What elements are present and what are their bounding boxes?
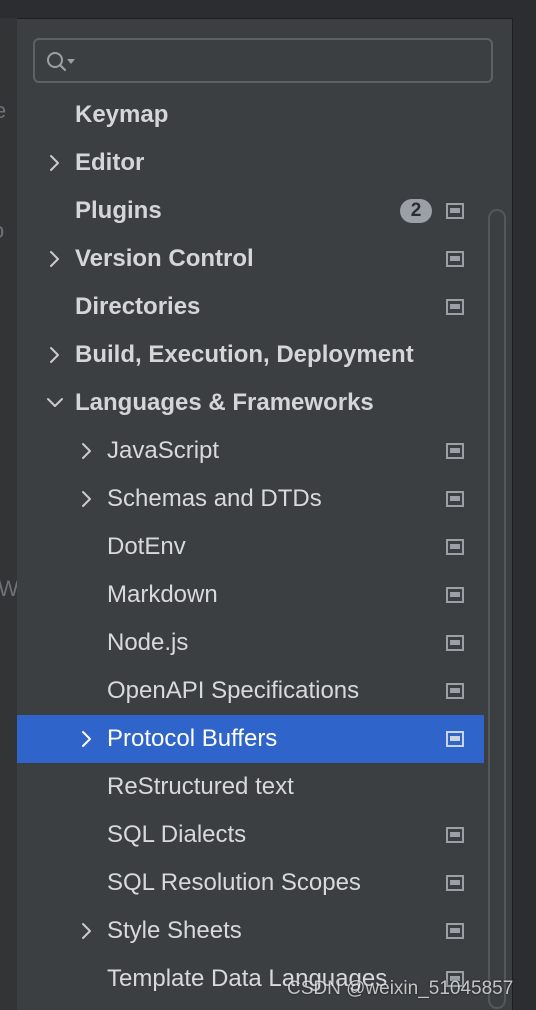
project-scope-icon (446, 491, 464, 507)
tree-item-keymap[interactable]: Keymap (17, 91, 484, 139)
tree-item-label: SQL Resolution Scopes (107, 869, 361, 896)
watermark: CSDN @weixin_51045857 (287, 978, 514, 999)
project-scope-icon (446, 683, 464, 699)
chevron-right-icon[interactable] (77, 441, 97, 461)
project-scope-icon (446, 827, 464, 843)
chevron-right-icon[interactable] (45, 345, 65, 365)
window-right-edge (512, 18, 536, 1010)
tree-item-version-control[interactable]: Version Control (17, 235, 484, 283)
window-top-strip (0, 0, 536, 19)
tree-item-build-execution-deployment[interactable]: Build, Execution, Deployment (17, 331, 484, 379)
project-scope-icon (446, 203, 464, 219)
tree-item-label: Languages & Frameworks (75, 389, 374, 416)
background-text-fragment: W (0, 576, 17, 601)
project-scope-icon (446, 923, 464, 939)
tree-item-label: Plugins (75, 197, 162, 224)
tree-item-plugins[interactable]: Plugins 2 (17, 187, 484, 235)
tree-item-label: Keymap (75, 101, 169, 128)
project-scope-icon (446, 731, 464, 747)
vertical-scrollbar[interactable] (488, 209, 506, 1009)
chevron-down-icon[interactable] (45, 393, 65, 413)
chevron-right-icon[interactable] (77, 921, 97, 941)
tree-item-label: OpenAPI Specifications (107, 677, 360, 704)
tree-item-label: Version Control (75, 245, 254, 272)
tree-item-protocol-buffers[interactable]: Protocol Buffers (17, 715, 484, 763)
tree-item-label: Style Sheets (107, 917, 242, 944)
tree-item-directories[interactable]: Directories (17, 283, 484, 331)
tree-item-javascript[interactable]: JavaScript (17, 427, 484, 475)
tree-item-label: Node.js (107, 629, 189, 656)
project-scope-icon (446, 251, 464, 267)
tree-item-sql-resolution-scopes[interactable]: SQL Resolution Scopes (17, 859, 484, 907)
tree-item-label: Markdown (107, 581, 218, 608)
tree-item-label: Build, Execution, Deployment (75, 341, 414, 368)
project-scope-icon (446, 539, 464, 555)
search-field[interactable] (33, 38, 493, 83)
tree-item-label: Editor (75, 149, 145, 176)
tree-item-schemas-and-dtds[interactable]: Schemas and DTDs (17, 475, 484, 523)
background-window: e o W (0, 18, 17, 1010)
settings-tree: Keymap Editor Plugins 2 Version Control Direc… (17, 91, 484, 1003)
chevron-right-icon[interactable] (45, 153, 65, 173)
tree-item-style-sheets[interactable]: Style Sheets (17, 907, 484, 955)
project-scope-icon (446, 443, 464, 459)
tree-item-label: Schemas and DTDs (107, 485, 322, 512)
tree-item-label: SQL Dialects (107, 821, 247, 848)
tree-item-openapi-specifications[interactable]: OpenAPI Specifications (17, 667, 484, 715)
update-count-badge: 2 (400, 199, 432, 223)
chevron-right-icon[interactable] (45, 249, 65, 269)
tree-item-label: Directories (75, 293, 201, 320)
tree-item-node-js[interactable]: Node.js (17, 619, 484, 667)
project-scope-icon (446, 587, 464, 603)
tree-item-sql-dialects[interactable]: SQL Dialects (17, 811, 484, 859)
tree-item-editor[interactable]: Editor (17, 139, 484, 187)
project-scope-icon (446, 875, 464, 891)
tree-item-markdown[interactable]: Markdown (17, 571, 484, 619)
tree-item-restructured-text[interactable]: ReStructured text (17, 763, 484, 811)
background-text-fragment: e (0, 98, 7, 123)
chevron-right-icon[interactable] (77, 729, 97, 749)
chevron-right-icon[interactable] (77, 489, 97, 509)
background-text-fragment: o (0, 220, 4, 242)
tree-item-languages-frameworks[interactable]: Languages & Frameworks (17, 379, 484, 427)
tree-item-dotenv[interactable]: DotEnv (17, 523, 484, 571)
project-scope-icon (446, 299, 464, 315)
tree-item-label: Protocol Buffers (107, 725, 278, 752)
tree-item-label: DotEnv (107, 533, 186, 560)
settings-tree-panel: Keymap Editor Plugins 2 Version Control Direc… (17, 19, 512, 1010)
tree-item-label: JavaScript (107, 437, 220, 464)
project-scope-icon (446, 635, 464, 651)
tree-item-label: ReStructured text (107, 773, 294, 800)
search-icon[interactable] (45, 50, 77, 72)
